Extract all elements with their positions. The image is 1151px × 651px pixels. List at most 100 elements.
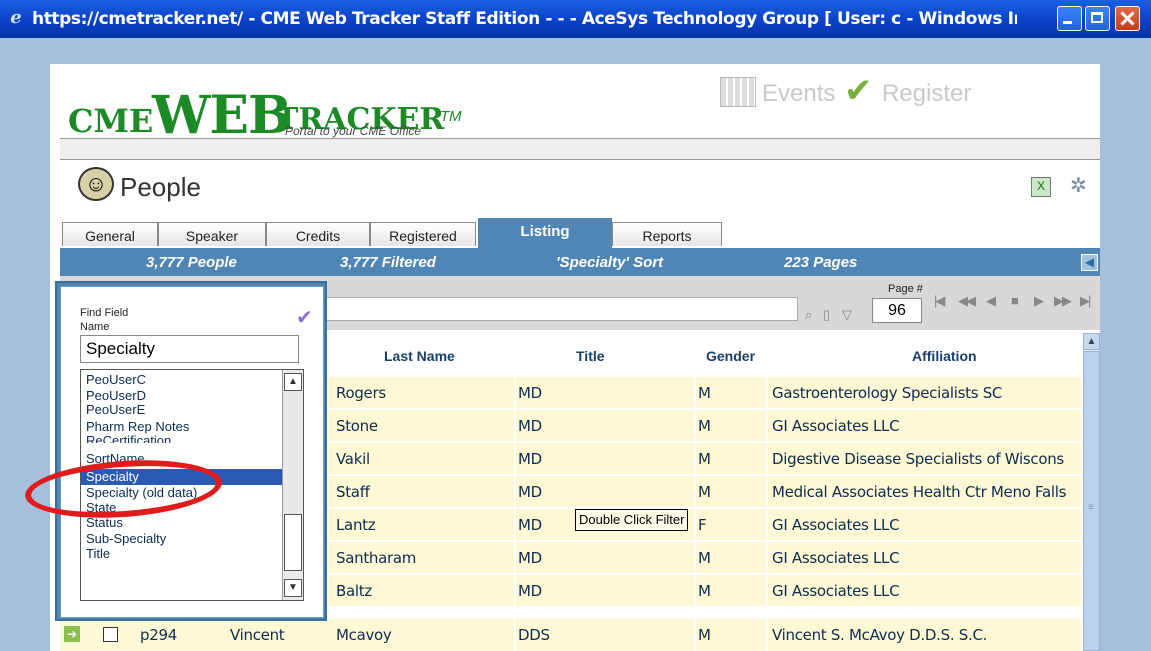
list-item[interactable]: Title xyxy=(86,547,110,561)
cell-last-name: Stone xyxy=(336,417,378,435)
binoculars-icon[interactable]: ⌕ xyxy=(805,307,812,323)
cell-affiliation: GI Associates LLC xyxy=(772,549,900,567)
list-scrollbar-thumb[interactable] xyxy=(284,514,302,571)
cell-affiliation: Vincent S. McAvoy D.D.S. S.C. xyxy=(772,626,988,644)
list-item[interactable]: Status xyxy=(86,516,123,530)
events-label: Events xyxy=(762,80,836,107)
register-label: Register xyxy=(882,80,972,107)
listing-status-bar: 3,777 People 3,777 Filtered 'Specialty' … xyxy=(60,248,1100,276)
table-row[interactable]: Vakil MD M Digestive Disease Specialists… xyxy=(324,443,1081,476)
filter-icon[interactable]: ▽ xyxy=(842,307,852,323)
cell-affiliation: Digestive Disease Specialists of Wiscons xyxy=(772,450,1064,468)
prev-page-icon[interactable]: ◀ xyxy=(986,293,996,309)
first-page-icon[interactable]: |◀ xyxy=(934,293,945,309)
cell-affiliation: GI Associates LLC xyxy=(772,417,900,435)
cell-gender: M xyxy=(698,417,711,435)
last-page-icon[interactable]: ▶| xyxy=(1080,293,1091,309)
tab-general[interactable]: General xyxy=(62,222,158,246)
window-title-bar: e https://cmetracker.net/ - CME Web Trac… xyxy=(0,0,1151,38)
list-item[interactable]: Pharm Rep Notes xyxy=(86,420,189,434)
cell-gender: M xyxy=(698,582,711,600)
table-row[interactable]: Lantz MD F GI Associates LLC xyxy=(324,509,1081,542)
tab-reports[interactable]: Reports xyxy=(612,222,722,246)
cell-gender: F xyxy=(698,516,707,534)
cell-last-name: Mcavoy xyxy=(336,626,392,644)
cell-gender: M xyxy=(698,450,711,468)
cell-last-name: Baltz xyxy=(336,582,372,600)
cell-last-name: Santharam xyxy=(336,549,417,567)
cell-title: MD xyxy=(518,483,542,501)
cell-id: p294 xyxy=(140,626,177,644)
table-row[interactable]: Stone MD M GI Associates LLC xyxy=(324,410,1081,443)
scroll-up-icon[interactable]: ▲ xyxy=(284,373,302,391)
filtered-count: 3,777 Filtered xyxy=(340,254,436,271)
list-item[interactable]: Sub-Specialty xyxy=(86,532,166,546)
cell-title: MD xyxy=(518,549,542,567)
cell-last-name: Rogers xyxy=(336,384,386,402)
logo-web-text: WEB xyxy=(152,85,292,146)
find-field-input[interactable]: Specialty xyxy=(80,335,299,363)
tab-credits[interactable]: Credits xyxy=(266,222,370,246)
list-item[interactable]: PeoUserD xyxy=(86,389,146,403)
page-number-input[interactable]: 96 xyxy=(872,298,922,323)
cell-title: MD xyxy=(518,516,542,534)
go-arrow-icon[interactable]: ➔ xyxy=(64,626,80,642)
internet-explorer-icon: e xyxy=(10,7,22,28)
cell-affiliation: GI Associates LLC xyxy=(772,582,900,600)
cell-affiliation: Gastroenterology Specialists SC xyxy=(772,384,1003,402)
checkmark-icon[interactable]: ✔ xyxy=(296,305,313,330)
fast-back-icon[interactable]: ◀◀ xyxy=(958,293,976,309)
logo-cme-text: CME xyxy=(68,102,154,140)
cell-title: MD xyxy=(518,582,542,600)
column-divider xyxy=(514,333,516,651)
list-item[interactable]: PeoUserC xyxy=(86,373,146,387)
cell-last-name: Vakil xyxy=(336,450,370,468)
next-page-icon[interactable]: ▶ xyxy=(1034,293,1044,309)
cell-first-name: Vincent xyxy=(230,626,285,644)
list-item[interactable]: ReCertification xyxy=(86,434,171,443)
row-checkbox[interactable] xyxy=(103,627,118,642)
page-number-label: Page # xyxy=(888,283,923,295)
settings-icon[interactable]: ✲ xyxy=(1070,173,1087,198)
new-page-icon[interactable]: ▯ xyxy=(823,307,830,323)
column-gender[interactable]: Gender xyxy=(706,348,755,364)
tab-speaker[interactable]: Speaker xyxy=(158,222,266,246)
header-rule xyxy=(60,138,1100,160)
people-icon: ☺ xyxy=(78,167,114,201)
excel-export-icon[interactable]: X xyxy=(1031,177,1051,197)
stop-icon[interactable]: ■ xyxy=(1011,293,1019,308)
table-row[interactable]: Rogers MD M Gastroenterology Specialists… xyxy=(324,377,1081,410)
filter-input[interactable] xyxy=(325,297,798,321)
calendar-icon xyxy=(720,77,756,107)
column-affiliation[interactable]: Affiliation xyxy=(912,348,977,364)
table-row[interactable]: Staff MD M Medical Associates Health Ctr… xyxy=(324,476,1081,509)
table-scrollbar[interactable]: ▲ ≡ xyxy=(1083,333,1100,651)
fast-forward-icon[interactable]: ▶▶ xyxy=(1054,293,1072,309)
list-scrollbar[interactable]: ▲ ▼ xyxy=(282,370,303,600)
back-arrow-icon[interactable]: ◀ xyxy=(1081,254,1098,271)
tooltip: Double Click Filter xyxy=(575,509,689,531)
page-title: People xyxy=(120,172,201,202)
sort-label: 'Specialty' Sort xyxy=(556,254,664,271)
find-field-label: Find Field Name xyxy=(80,307,129,333)
cell-title: MD xyxy=(518,417,542,435)
minimize-button[interactable] xyxy=(1057,6,1082,31)
cell-gender: M xyxy=(698,483,711,501)
scroll-up-icon[interactable]: ▲ xyxy=(1083,333,1100,350)
tab-listing[interactable]: Listing xyxy=(478,218,612,248)
table-row[interactable]: Santharam MD M GI Associates LLC xyxy=(324,542,1081,575)
maximize-button[interactable] xyxy=(1085,6,1110,31)
tagline: Portal to your CME Office xyxy=(285,124,422,138)
table-header: Last Name Title Gender Affiliation xyxy=(324,333,1081,375)
table-row[interactable]: Baltz MD M GI Associates LLC xyxy=(324,575,1081,608)
tab-registered[interactable]: Registered xyxy=(370,222,476,246)
cell-last-name: Lantz xyxy=(336,516,376,534)
table-row[interactable]: ➔ p294 Vincent Mcavoy DDS M Vincent S. M… xyxy=(60,619,1081,651)
scroll-down-icon[interactable]: ▼ xyxy=(284,579,302,597)
column-last-name[interactable]: Last Name xyxy=(384,348,455,364)
column-title[interactable]: Title xyxy=(576,348,605,364)
close-button[interactable] xyxy=(1115,6,1140,31)
scrollbar-thumb[interactable]: ≡ xyxy=(1083,351,1100,651)
list-item[interactable]: PeoUserE xyxy=(86,403,145,417)
cell-title: DDS xyxy=(518,626,550,644)
